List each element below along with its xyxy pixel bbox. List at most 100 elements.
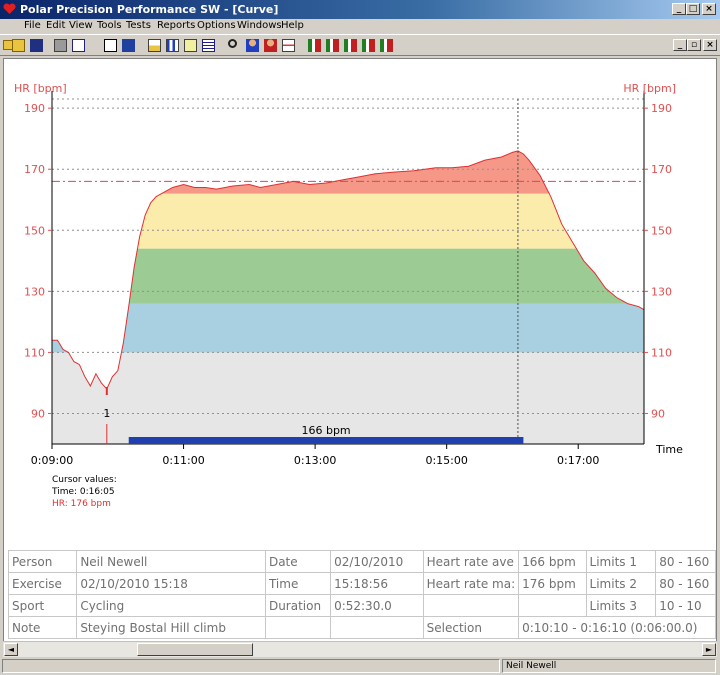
y-tick-label-left: 130: [24, 285, 45, 298]
info-value: 02/10/2010 15:18: [76, 572, 266, 595]
zoom-button[interactable]: [226, 37, 243, 54]
person-icon: [246, 39, 259, 52]
limit-zone-3: [52, 193, 644, 249]
y-axis-title-left: HR [bpm]: [14, 82, 67, 95]
table-button[interactable]: [200, 37, 217, 54]
scroll-left-button[interactable]: ◄: [4, 643, 18, 656]
analysis-icon-2: [326, 39, 339, 52]
y-tick-label-left: 110: [24, 346, 45, 359]
info-value: 166 bpm: [518, 550, 587, 573]
menu-file[interactable]: File: [24, 20, 41, 31]
menu-view[interactable]: View: [69, 20, 93, 31]
menu-help[interactable]: Help: [281, 20, 304, 31]
open-button[interactable]: [10, 37, 27, 54]
curve-icon: [148, 39, 161, 52]
title-bar: Polar Precision Performance SW - [Curve]…: [0, 0, 720, 19]
heart-rate-chart[interactable]: 90 90 110 110 130 130 150 150 170 170 190 190 HR [bp…: [4, 59, 716, 474]
zoom-icon: [228, 39, 237, 48]
menu-tools[interactable]: Tools: [97, 20, 122, 31]
selection-bar: [128, 437, 524, 444]
curve-button[interactable]: [146, 37, 163, 54]
bar-chart-button[interactable]: [164, 37, 181, 54]
x-tick-label: 0:13:00: [294, 454, 336, 467]
info-label: Sport: [7, 594, 78, 617]
info-value: 15:18:56: [330, 572, 424, 595]
info-value: 0:10:10 - 0:16:10 (0:06:00.0): [518, 616, 716, 639]
close-button[interactable]: ×: [702, 3, 716, 15]
save-icon: [30, 39, 43, 52]
cursor-values: Cursor values: Time: 0:16:05 HR: 176 bpm: [52, 474, 117, 510]
info-value: Neil Newell: [76, 550, 266, 573]
bar-chart-icon: [166, 39, 179, 52]
y-tick-label-right: 190: [651, 102, 672, 115]
y-tick-label-right: 170: [651, 163, 672, 176]
cursor-hr: HR: 176 bpm: [52, 499, 111, 509]
open-icon: [12, 39, 25, 52]
x-tick-label: 0:17:00: [557, 454, 599, 467]
info-label: Note: [7, 616, 78, 639]
horizontal-scrollbar[interactable]: ◄ ►: [3, 641, 717, 657]
analysis-button-4[interactable]: [360, 37, 377, 54]
y-tick-label-right: 130: [651, 285, 672, 298]
x-axis-title: Time: [655, 443, 683, 456]
status-panel-main: [2, 659, 500, 673]
maximize-button[interactable]: □: [686, 3, 700, 15]
menu-options[interactable]: Options: [197, 20, 236, 31]
person-button[interactable]: [244, 37, 261, 54]
scroll-thumb[interactable]: [137, 643, 253, 656]
toolbar: [0, 34, 720, 56]
calendar-button[interactable]: [102, 37, 119, 54]
menu-reports[interactable]: Reports: [157, 20, 195, 31]
info-label: Time: [264, 572, 332, 595]
scroll-right-button[interactable]: ►: [702, 643, 716, 656]
exercise-info-table: Person Neil Newell Date 02/10/2010 Heart rat…: [7, 550, 716, 639]
graph-icon: [282, 39, 295, 52]
analysis-icon-4: [362, 39, 375, 52]
minimize-button[interactable]: _: [672, 3, 686, 15]
x-tick-label: 0:09:00: [31, 454, 73, 467]
print-icon: [54, 39, 67, 52]
info-row: Sport Cycling Duration 0:52:30.0 Limits 3 10 …: [7, 594, 716, 617]
analysis-button-5[interactable]: [378, 37, 395, 54]
y-tick-label-left: 150: [24, 224, 45, 237]
info-value: 80 - 160: [655, 572, 716, 595]
info-value: 80 - 160: [655, 550, 716, 573]
copy-button[interactable]: [70, 37, 87, 54]
y-tick-label-left: 170: [24, 163, 45, 176]
y-tick-label-left: 90: [31, 407, 45, 420]
heart-icon: [3, 3, 16, 15]
exercise-icon: [264, 39, 277, 52]
exercise-button[interactable]: [262, 37, 279, 54]
analysis-icon-1: [308, 39, 321, 52]
book-button[interactable]: [120, 37, 137, 54]
limit-zones: [52, 150, 644, 444]
info-label: Person: [7, 550, 78, 573]
menu-tests[interactable]: Tests: [126, 20, 151, 31]
y-axis-title-right: HR [bpm]: [623, 82, 676, 95]
calculator-icon: [184, 39, 197, 52]
y-tick-label-left: 190: [24, 102, 45, 115]
analysis-button-1[interactable]: [306, 37, 323, 54]
menu-windows[interactable]: Windows: [237, 20, 282, 31]
save-button[interactable]: [28, 37, 45, 54]
info-label: Limits 3: [585, 594, 657, 617]
copy-icon: [72, 39, 85, 52]
print-button[interactable]: [52, 37, 69, 54]
info-label: Heart rate ave: [422, 550, 520, 573]
y-tick-label-right: 110: [651, 346, 672, 359]
info-label: Selection: [422, 616, 520, 639]
info-label: Duration: [264, 594, 332, 617]
y-tick-label-right: 90: [651, 407, 665, 420]
info-value: [518, 594, 587, 617]
calculator-button[interactable]: [182, 37, 199, 54]
graph-button[interactable]: [280, 37, 297, 54]
menu-edit[interactable]: Edit: [46, 20, 65, 31]
analysis-button-2[interactable]: [324, 37, 341, 54]
analysis-button-3[interactable]: [342, 37, 359, 54]
x-tick-label: 0:11:00: [162, 454, 204, 467]
table-icon: [202, 39, 215, 52]
info-value: Cycling: [76, 594, 266, 617]
analysis-icon-3: [344, 39, 357, 52]
book-icon: [122, 39, 135, 52]
selection-average-label: 166 bpm: [301, 424, 350, 437]
